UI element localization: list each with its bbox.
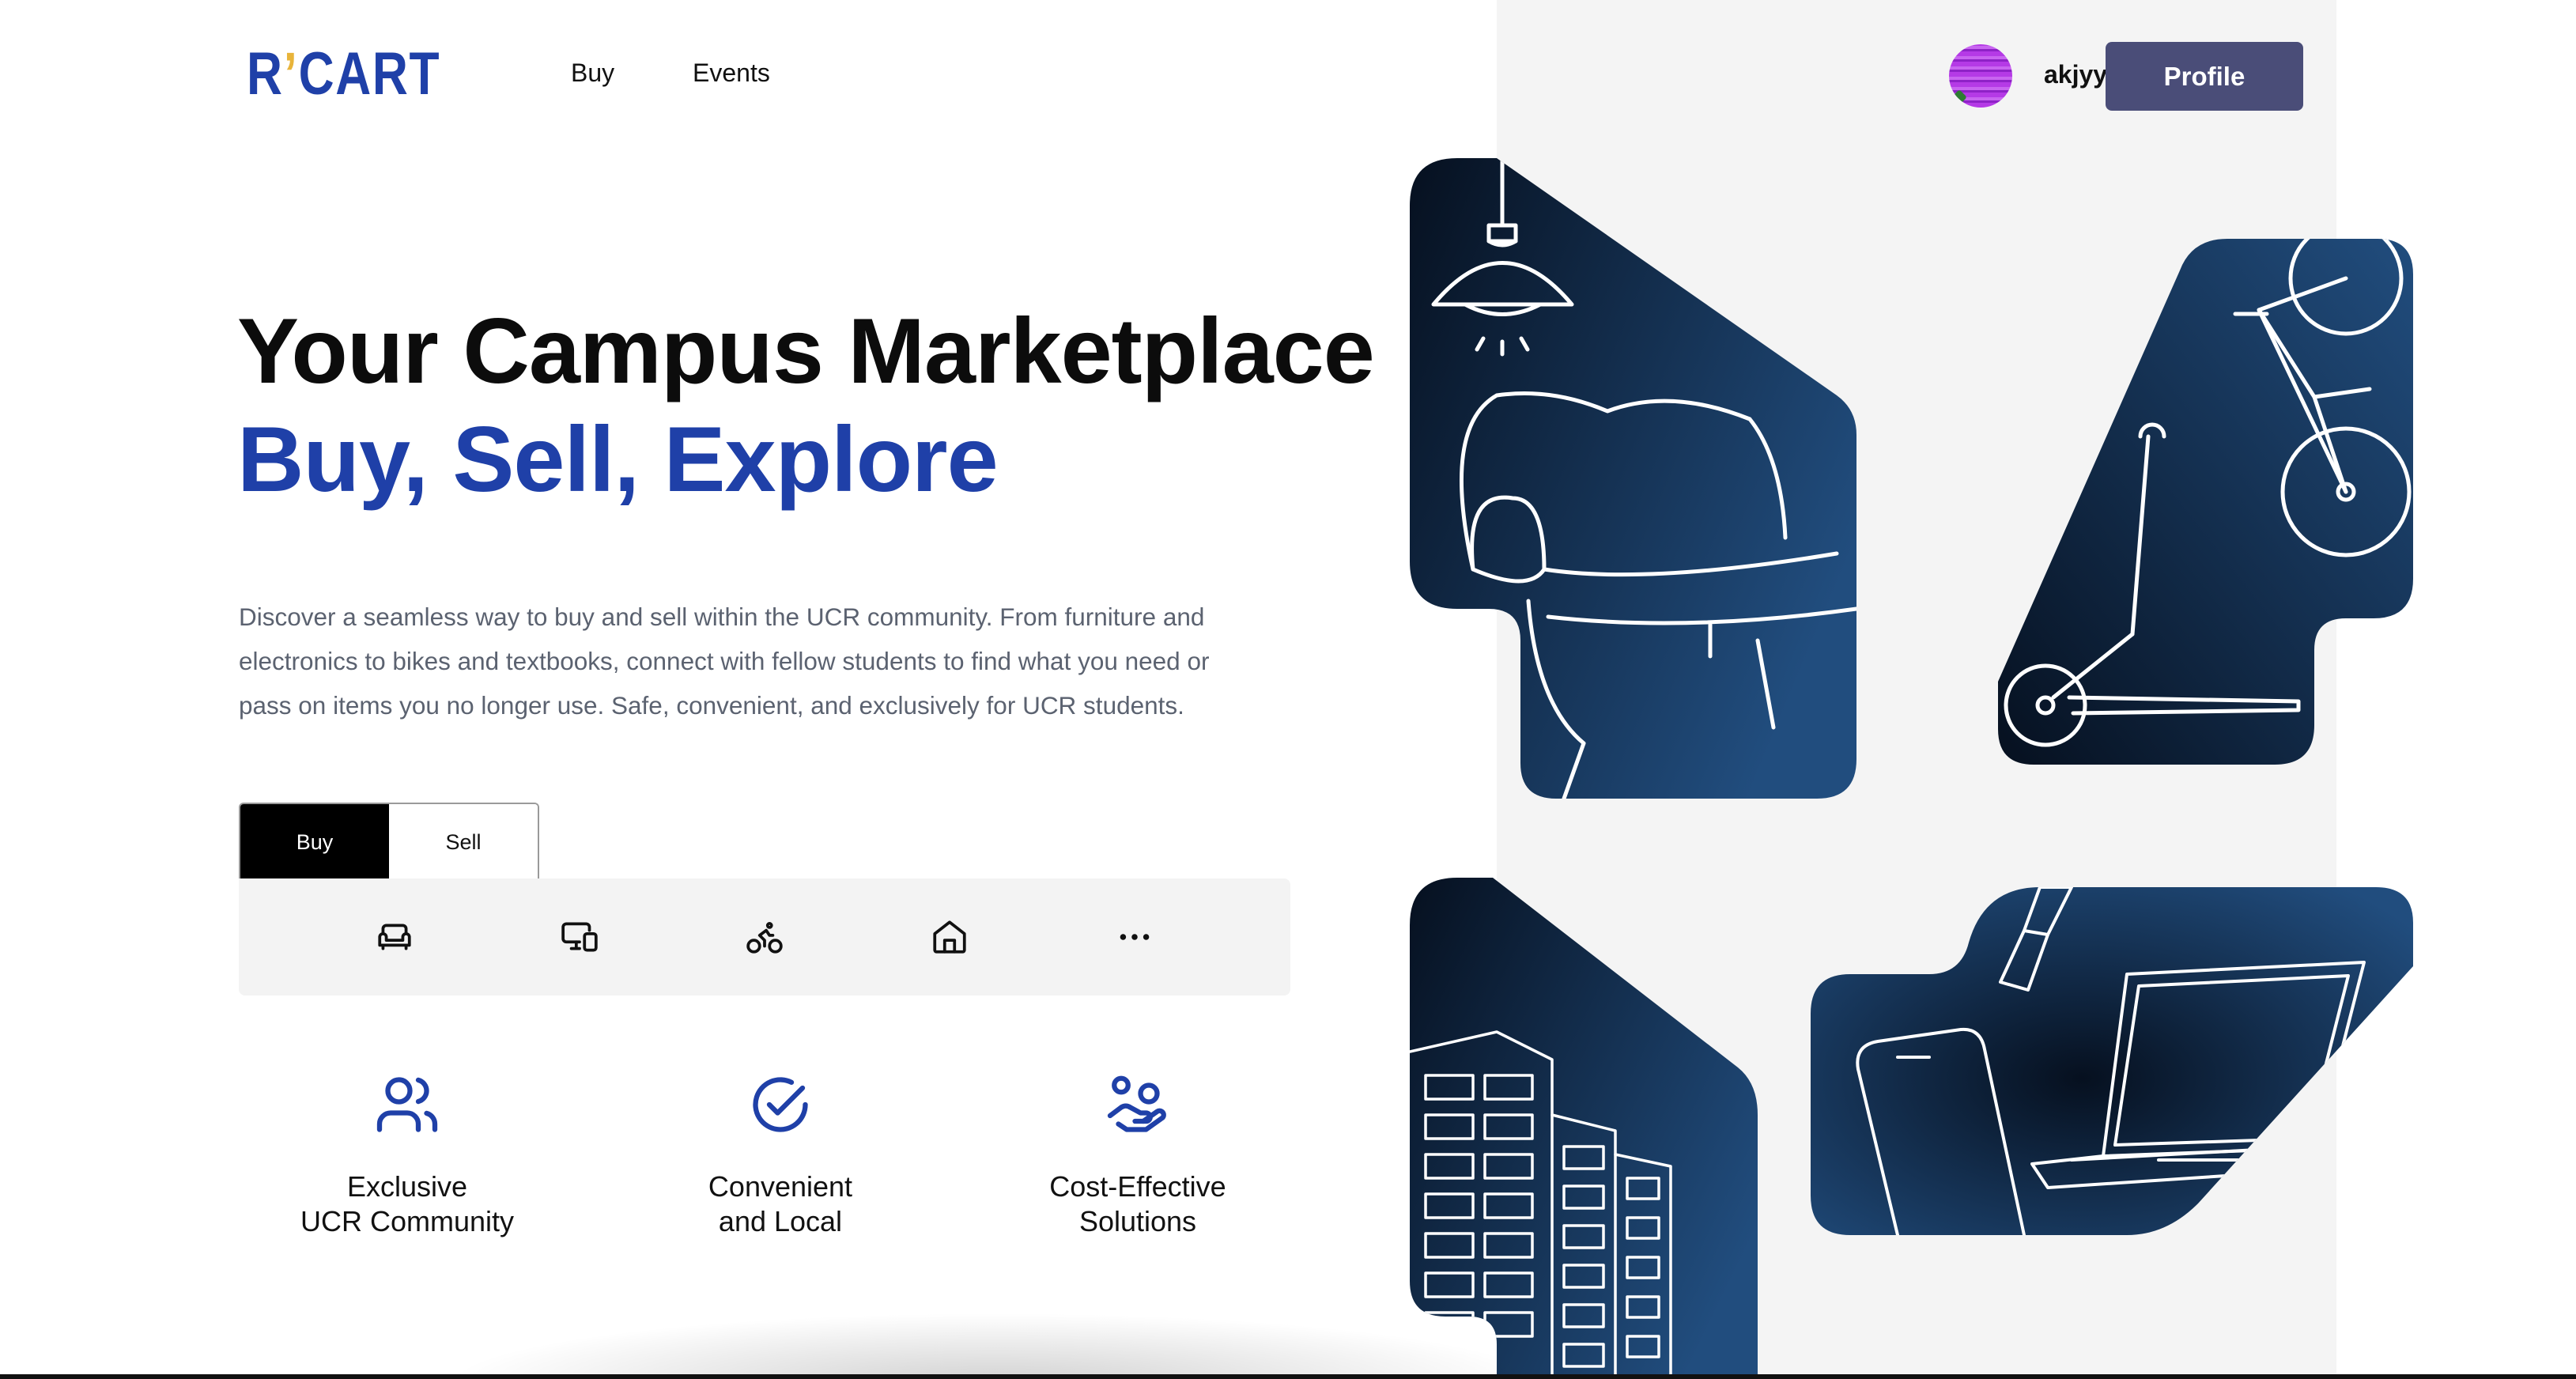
category-furniture-button[interactable]	[351, 897, 438, 977]
feature-community: Exclusive UCR Community	[241, 1071, 573, 1239]
profile-button[interactable]: Profile	[2106, 42, 2303, 111]
feature-convenient-label: Convenient and Local	[708, 1170, 853, 1237]
bottom-shadow	[443, 1313, 1550, 1379]
hero-description: Discover a seamless way to buy and sell …	[239, 603, 1210, 720]
bottom-edge	[0, 1374, 2576, 1379]
category-bar	[239, 878, 1290, 996]
feature-cost-effective-label: Cost-Effective Solutions	[1049, 1170, 1226, 1237]
tab-buy[interactable]: Buy	[240, 804, 389, 878]
hero-title: Your Campus Marketplace	[237, 299, 1375, 402]
tab-sell[interactable]: Sell	[389, 804, 538, 878]
bike-icon	[746, 922, 783, 954]
hero-subtitle: Buy, Sell, Explore	[237, 407, 999, 511]
hand-coins-icon	[1107, 1075, 1166, 1132]
check-circle-icon	[753, 1077, 808, 1132]
users-icon	[376, 1077, 438, 1132]
category-bikes-button[interactable]	[721, 897, 808, 977]
avatar[interactable]	[1949, 44, 2012, 108]
nav-events-link[interactable]: Events	[693, 60, 770, 85]
buy-sell-tabs: Buy Sell	[239, 803, 539, 878]
home-icon	[933, 920, 966, 954]
nav-buy-link[interactable]: Buy	[571, 60, 614, 85]
category-electronics-button[interactable]	[536, 897, 623, 977]
more-icon	[1120, 934, 1150, 940]
housing-illustration	[1410, 878, 1758, 1379]
electronics-illustration	[1811, 887, 2413, 1235]
feature-convenient: Convenient and Local	[614, 1071, 946, 1239]
devices-icon	[561, 922, 598, 952]
category-more-button[interactable]	[1091, 897, 1178, 977]
logo[interactable]: R’CART	[247, 44, 440, 104]
feature-cost-effective: Cost-Effective Solutions	[972, 1071, 1304, 1239]
feature-community-label: Exclusive UCR Community	[300, 1170, 515, 1237]
vehicles-illustration	[1998, 239, 2413, 765]
page: R’CART Buy Events akjyy2 Profile Your Ca…	[0, 0, 2576, 1379]
furniture-illustration	[1410, 158, 1856, 799]
sofa-icon	[378, 924, 411, 950]
category-housing-button[interactable]	[906, 897, 993, 977]
